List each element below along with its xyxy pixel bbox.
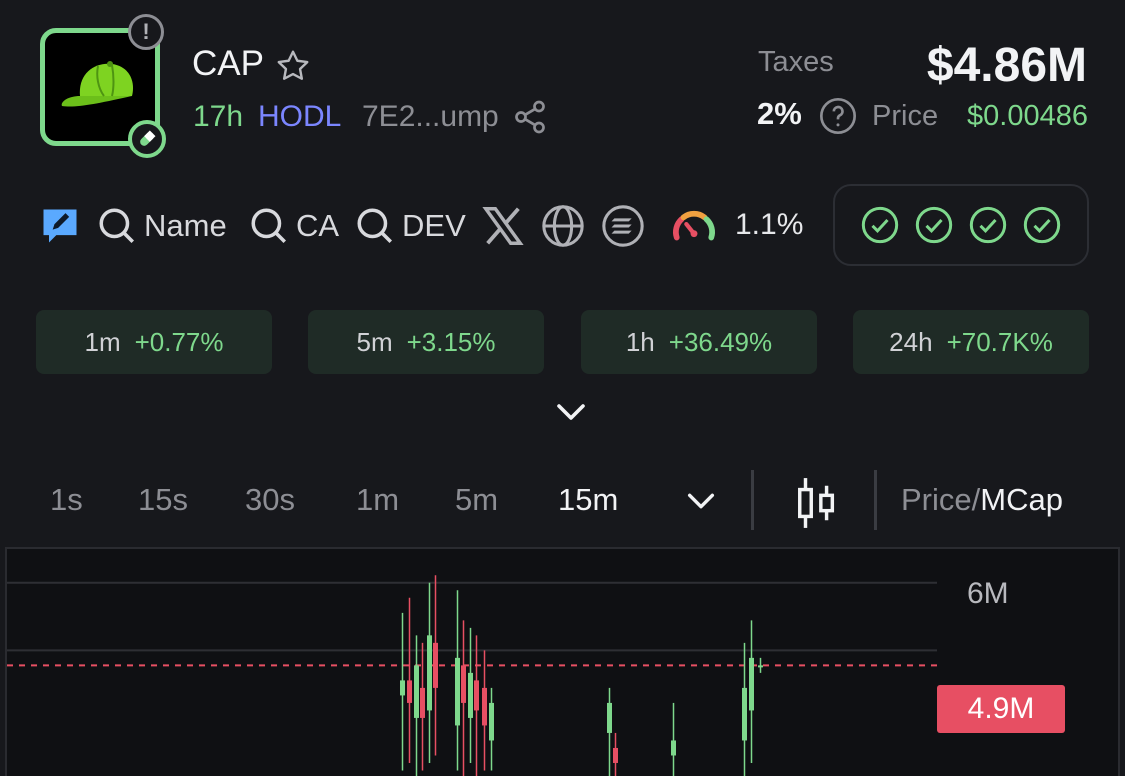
change-label: 1m bbox=[84, 326, 121, 357]
candle-body bbox=[749, 657, 754, 711]
candle-body bbox=[489, 702, 494, 741]
current-value-tag: 4.9M bbox=[937, 685, 1065, 733]
mcap-toggle-option[interactable]: MCap bbox=[980, 482, 1063, 517]
search-icon bbox=[99, 208, 134, 243]
candle-body bbox=[613, 747, 618, 763]
timeframe-dropdown-icon[interactable] bbox=[684, 488, 718, 519]
edit-icon[interactable] bbox=[38, 204, 82, 253]
candle-body bbox=[671, 740, 676, 756]
price-mcap-toggle[interactable]: Price/MCap bbox=[901, 482, 1063, 518]
warning-icon[interactable]: ! bbox=[128, 14, 164, 50]
timeframe-5m[interactable]: 5m bbox=[455, 482, 498, 518]
change-label: 24h bbox=[889, 326, 933, 357]
timeframe-15m[interactable]: 15m bbox=[558, 482, 618, 518]
star-icon[interactable] bbox=[274, 48, 312, 89]
change-label: 5m bbox=[356, 326, 393, 357]
y-tick-6m: 6M bbox=[967, 577, 1009, 610]
change-label: 1h bbox=[625, 326, 655, 357]
change-pill-5m[interactable]: 5m +3.15% bbox=[308, 310, 544, 374]
check-circle-icon bbox=[861, 206, 899, 244]
x-icon[interactable] bbox=[480, 203, 526, 254]
audit-checks[interactable] bbox=[833, 184, 1089, 266]
toggle-separator: / bbox=[971, 482, 981, 517]
change-value: +3.15% bbox=[406, 326, 496, 357]
help-icon[interactable] bbox=[818, 96, 858, 141]
candle-body bbox=[758, 665, 763, 668]
search-ca-label: CA bbox=[296, 208, 340, 243]
price-value: $0.00486 bbox=[967, 100, 1088, 132]
globe-icon[interactable] bbox=[540, 203, 586, 254]
search-icon bbox=[357, 208, 392, 243]
hodl-link[interactable]: HODL bbox=[258, 100, 341, 134]
candle-body bbox=[607, 702, 612, 733]
search-name-label: Name bbox=[144, 208, 227, 243]
candle-body bbox=[420, 687, 425, 718]
market-cap-value: $4.86M bbox=[926, 39, 1087, 92]
gauge-icon bbox=[668, 203, 720, 254]
price-chart[interactable]: 6M 4.9M bbox=[5, 547, 1120, 776]
candle-body bbox=[400, 680, 405, 696]
change-value: +70.7K% bbox=[946, 326, 1053, 357]
price-toggle-option[interactable]: Price bbox=[901, 482, 972, 517]
share-icon[interactable] bbox=[512, 98, 548, 141]
search-dev-label: DEV bbox=[402, 208, 466, 243]
candle-body bbox=[461, 665, 466, 703]
candle-body bbox=[407, 680, 412, 703]
change-pill-24h[interactable]: 24h +70.7K% bbox=[853, 310, 1089, 374]
change-pill-1m[interactable]: 1m +0.77% bbox=[36, 310, 272, 374]
token-age: 17h bbox=[193, 100, 244, 133]
search-ca-button[interactable]: CA bbox=[248, 204, 339, 248]
candle-body bbox=[414, 665, 419, 718]
search-dev-button[interactable]: DEV bbox=[354, 204, 466, 248]
change-value: +36.49% bbox=[668, 326, 773, 357]
candle-body bbox=[468, 672, 473, 718]
timeframe-1m[interactable]: 1m bbox=[356, 482, 399, 518]
timeframe-1s[interactable]: 1s bbox=[50, 482, 83, 518]
check-circle-icon bbox=[969, 206, 1007, 244]
divider bbox=[751, 470, 754, 530]
cap-image bbox=[61, 61, 134, 107]
pill-icon bbox=[128, 120, 166, 158]
candle-body bbox=[455, 657, 460, 726]
token-name: CAP bbox=[192, 44, 264, 83]
candle-body bbox=[742, 687, 747, 741]
divider bbox=[874, 470, 877, 530]
check-circle-icon bbox=[915, 206, 953, 244]
taxes-value: 2% bbox=[757, 96, 802, 131]
candle-body bbox=[427, 635, 432, 711]
price-label: Price bbox=[872, 100, 939, 132]
chart-canvas bbox=[7, 575, 937, 776]
timeframe-15s[interactable]: 15s bbox=[138, 482, 188, 518]
candlestick-icon[interactable] bbox=[794, 474, 840, 537]
candle-body bbox=[433, 642, 438, 688]
solana-icon[interactable] bbox=[600, 203, 646, 254]
contract-address[interactable]: 7E2...ump bbox=[362, 100, 499, 134]
change-pill-1h[interactable]: 1h +36.49% bbox=[581, 310, 817, 374]
expand-chevron-icon[interactable] bbox=[553, 398, 589, 431]
candle-body bbox=[482, 687, 487, 726]
change-value: +0.77% bbox=[134, 326, 224, 357]
token-logo[interactable]: ! bbox=[40, 14, 166, 158]
check-circle-icon bbox=[1023, 206, 1061, 244]
timeframe-30s[interactable]: 30s bbox=[245, 482, 295, 518]
candle-body bbox=[474, 680, 479, 711]
gauge-value: 1.1% bbox=[735, 208, 804, 241]
search-name-button[interactable]: Name bbox=[96, 204, 227, 248]
taxes-label: Taxes bbox=[758, 46, 834, 78]
search-icon bbox=[251, 208, 286, 243]
